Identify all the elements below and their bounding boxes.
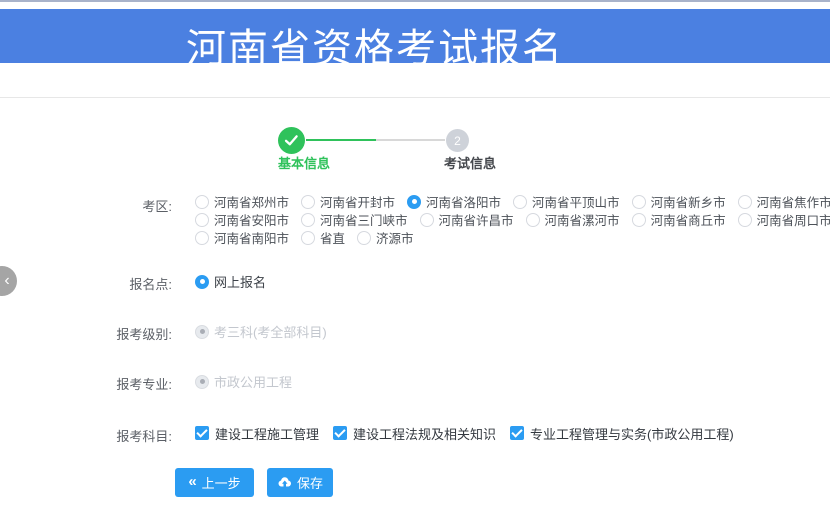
radio-icon (420, 213, 434, 227)
radio-exam-area[interactable]: 济源市 (357, 230, 414, 245)
radio-disabled-icon (195, 325, 209, 339)
radio-exam-area[interactable]: 河南省周口市 (738, 212, 830, 227)
checkbox-checked-icon (195, 426, 209, 440)
checkbox-checked-icon (510, 426, 524, 440)
checkbox-subject-1[interactable]: 建设工程施工管理 (195, 425, 319, 441)
step-1-label: 基本信息 (269, 153, 339, 172)
header-divider (0, 97, 830, 98)
radio-exam-area[interactable]: 河南省漯河市 (526, 212, 620, 227)
exam-major-label: 报考专业: (0, 374, 172, 393)
radio-exam-area[interactable]: 河南省焦作市 (738, 194, 830, 209)
step-1-indicator (278, 127, 305, 154)
radio-exam-level-disabled: 考三科(考全部科目) (195, 324, 327, 339)
radio-icon (513, 195, 527, 209)
radio-icon (738, 213, 752, 227)
radio-icon (632, 213, 646, 227)
step-2-indicator: 2 (446, 129, 469, 152)
exam-level-label: 报考级别: (0, 324, 172, 343)
radio-icon (195, 213, 209, 227)
top-window-strip (0, 0, 830, 2)
exam-area-radio-group: 河南省郑州市 河南省开封市 河南省洛阳市 河南省平顶山市 河南省新乡市 河南省焦… (195, 194, 830, 248)
radio-exam-area[interactable]: 河南省商丘市 (632, 212, 726, 227)
checkbox-subject-3[interactable]: 专业工程管理与实务(市政公用工程) (510, 425, 734, 441)
radio-exam-area-selected[interactable]: 河南省洛阳市 (407, 194, 501, 209)
registration-page: 河南省资格考试报名 ‹ 2 基本信息 考试信息 考区: 河南省郑州市 河南省开封… (0, 0, 830, 532)
radio-exam-area[interactable]: 河南省开封市 (301, 194, 395, 209)
exam-level-group: 考三科(考全部科目) (195, 324, 327, 339)
radio-disabled-icon (195, 375, 209, 389)
radio-exam-area[interactable]: 河南省许昌市 (420, 212, 514, 227)
checkbox-subject-2[interactable]: 建设工程法规及相关知识 (333, 425, 496, 441)
radio-exam-area[interactable]: 河南省安阳市 (195, 212, 289, 227)
radio-exam-area[interactable]: 河南省三门峡市 (301, 212, 408, 227)
checkbox-checked-icon (333, 426, 347, 440)
radio-icon (738, 195, 752, 209)
step-2-number: 2 (454, 134, 461, 148)
radio-exam-area[interactable]: 河南省新乡市 (632, 194, 726, 209)
previous-step-button[interactable]: « 上一步 (175, 468, 254, 497)
cloud-upload-icon (277, 476, 292, 489)
previous-step-label: 上一步 (202, 473, 241, 492)
exam-subjects-label: 报考科目: (0, 426, 172, 445)
exam-major-group: 市政公用工程 (195, 374, 292, 389)
radio-exam-area[interactable]: 河南省南阳市 (195, 230, 289, 245)
radio-exam-area[interactable]: 省直 (301, 230, 345, 245)
radio-icon (301, 213, 315, 227)
save-button[interactable]: 保存 (267, 468, 333, 497)
page-title: 河南省资格考试报名 (0, 16, 750, 74)
page-header-banner: 河南省资格考试报名 (0, 9, 830, 63)
radio-icon (526, 213, 540, 227)
exam-area-label: 考区: (0, 196, 172, 215)
exam-subjects-group: 建设工程施工管理 建设工程法规及相关知识 专业工程管理与实务(市政公用工程) (195, 425, 734, 441)
step-connector-done (306, 139, 376, 141)
registration-point-group: 网上报名 (195, 274, 266, 289)
registration-point-label: 报名点: (0, 274, 172, 293)
step-2-label: 考试信息 (435, 153, 505, 172)
save-label: 保存 (297, 473, 323, 492)
radio-checked-icon (195, 275, 209, 289)
check-icon (284, 134, 299, 147)
radio-icon (195, 195, 209, 209)
radio-icon (301, 231, 315, 245)
radio-exam-area[interactable]: 河南省郑州市 (195, 194, 289, 209)
radio-online-registration-selected[interactable]: 网上报名 (195, 274, 266, 289)
radio-icon (301, 195, 315, 209)
radio-icon (357, 231, 371, 245)
double-chevron-left-icon: « (188, 473, 196, 490)
radio-icon (195, 231, 209, 245)
radio-exam-area[interactable]: 河南省平顶山市 (513, 194, 620, 209)
radio-icon (632, 195, 646, 209)
radio-exam-major-disabled: 市政公用工程 (195, 374, 292, 389)
step-connector-pending (376, 139, 445, 141)
radio-checked-icon (407, 195, 421, 209)
